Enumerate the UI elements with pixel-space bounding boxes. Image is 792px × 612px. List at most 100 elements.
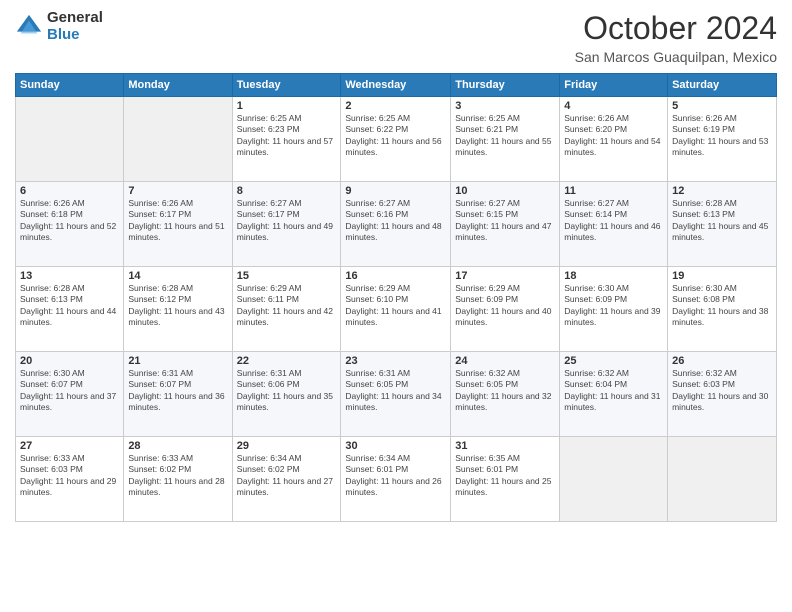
day-number: 21 (128, 355, 227, 367)
day-info: Sunrise: 6:32 AM Sunset: 6:04 PM Dayligh… (564, 368, 663, 414)
calendar-cell (668, 437, 777, 522)
calendar-cell: 20Sunrise: 6:30 AM Sunset: 6:07 PM Dayli… (16, 352, 124, 437)
calendar-cell: 28Sunrise: 6:33 AM Sunset: 6:02 PM Dayli… (124, 437, 232, 522)
calendar-cell: 21Sunrise: 6:31 AM Sunset: 6:07 PM Dayli… (124, 352, 232, 437)
calendar-cell: 17Sunrise: 6:29 AM Sunset: 6:09 PM Dayli… (451, 267, 560, 352)
day-info: Sunrise: 6:26 AM Sunset: 6:19 PM Dayligh… (672, 113, 772, 159)
day-info: Sunrise: 6:33 AM Sunset: 6:03 PM Dayligh… (20, 453, 119, 499)
calendar-cell: 31Sunrise: 6:35 AM Sunset: 6:01 PM Dayli… (451, 437, 560, 522)
day-info: Sunrise: 6:32 AM Sunset: 6:03 PM Dayligh… (672, 368, 772, 414)
day-number: 10 (455, 185, 555, 197)
calendar-cell: 10Sunrise: 6:27 AM Sunset: 6:15 PM Dayli… (451, 182, 560, 267)
calendar-cell: 9Sunrise: 6:27 AM Sunset: 6:16 PM Daylig… (341, 182, 451, 267)
day-info: Sunrise: 6:26 AM Sunset: 6:18 PM Dayligh… (20, 198, 119, 244)
day-number: 15 (237, 270, 337, 282)
day-number: 4 (564, 100, 663, 112)
day-number: 8 (237, 185, 337, 197)
calendar-cell: 12Sunrise: 6:28 AM Sunset: 6:13 PM Dayli… (668, 182, 777, 267)
day-info: Sunrise: 6:27 AM Sunset: 6:16 PM Dayligh… (345, 198, 446, 244)
calendar-week-row: 6Sunrise: 6:26 AM Sunset: 6:18 PM Daylig… (16, 182, 777, 267)
day-number: 9 (345, 185, 446, 197)
day-number: 26 (672, 355, 772, 367)
day-info: Sunrise: 6:25 AM Sunset: 6:23 PM Dayligh… (237, 113, 337, 159)
day-number: 17 (455, 270, 555, 282)
calendar-cell: 14Sunrise: 6:28 AM Sunset: 6:12 PM Dayli… (124, 267, 232, 352)
day-info: Sunrise: 6:31 AM Sunset: 6:05 PM Dayligh… (345, 368, 446, 414)
calendar-cell: 7Sunrise: 6:26 AM Sunset: 6:17 PM Daylig… (124, 182, 232, 267)
day-number: 24 (455, 355, 555, 367)
weekday-header-row: SundayMondayTuesdayWednesdayThursdayFrid… (16, 74, 777, 97)
logo-blue: Blue (47, 27, 103, 44)
day-info: Sunrise: 6:34 AM Sunset: 6:02 PM Dayligh… (237, 453, 337, 499)
calendar-cell: 18Sunrise: 6:30 AM Sunset: 6:09 PM Dayli… (560, 267, 668, 352)
calendar-week-row: 1Sunrise: 6:25 AM Sunset: 6:23 PM Daylig… (16, 97, 777, 182)
day-info: Sunrise: 6:30 AM Sunset: 6:08 PM Dayligh… (672, 283, 772, 329)
calendar-week-row: 20Sunrise: 6:30 AM Sunset: 6:07 PM Dayli… (16, 352, 777, 437)
day-info: Sunrise: 6:26 AM Sunset: 6:20 PM Dayligh… (564, 113, 663, 159)
weekday-header: Monday (124, 74, 232, 97)
day-info: Sunrise: 6:28 AM Sunset: 6:13 PM Dayligh… (672, 198, 772, 244)
weekday-header: Saturday (668, 74, 777, 97)
day-number: 5 (672, 100, 772, 112)
weekday-header: Sunday (16, 74, 124, 97)
day-info: Sunrise: 6:25 AM Sunset: 6:22 PM Dayligh… (345, 113, 446, 159)
day-info: Sunrise: 6:30 AM Sunset: 6:09 PM Dayligh… (564, 283, 663, 329)
day-info: Sunrise: 6:29 AM Sunset: 6:11 PM Dayligh… (237, 283, 337, 329)
calendar-cell (124, 97, 232, 182)
calendar-cell: 15Sunrise: 6:29 AM Sunset: 6:11 PM Dayli… (232, 267, 341, 352)
calendar-cell: 24Sunrise: 6:32 AM Sunset: 6:05 PM Dayli… (451, 352, 560, 437)
day-info: Sunrise: 6:33 AM Sunset: 6:02 PM Dayligh… (128, 453, 227, 499)
weekday-header: Thursday (451, 74, 560, 97)
weekday-header: Wednesday (341, 74, 451, 97)
day-number: 30 (345, 440, 446, 452)
day-info: Sunrise: 6:29 AM Sunset: 6:09 PM Dayligh… (455, 283, 555, 329)
day-number: 28 (128, 440, 227, 452)
day-info: Sunrise: 6:29 AM Sunset: 6:10 PM Dayligh… (345, 283, 446, 329)
day-info: Sunrise: 6:30 AM Sunset: 6:07 PM Dayligh… (20, 368, 119, 414)
header: General Blue October 2024 San Marcos Gua… (15, 10, 777, 65)
day-number: 3 (455, 100, 555, 112)
calendar-cell: 11Sunrise: 6:27 AM Sunset: 6:14 PM Dayli… (560, 182, 668, 267)
day-number: 7 (128, 185, 227, 197)
calendar-cell: 13Sunrise: 6:28 AM Sunset: 6:13 PM Dayli… (16, 267, 124, 352)
calendar-cell: 5Sunrise: 6:26 AM Sunset: 6:19 PM Daylig… (668, 97, 777, 182)
calendar-cell: 30Sunrise: 6:34 AM Sunset: 6:01 PM Dayli… (341, 437, 451, 522)
day-number: 27 (20, 440, 119, 452)
weekday-header: Tuesday (232, 74, 341, 97)
calendar-table: SundayMondayTuesdayWednesdayThursdayFrid… (15, 73, 777, 522)
day-info: Sunrise: 6:31 AM Sunset: 6:07 PM Dayligh… (128, 368, 227, 414)
day-number: 13 (20, 270, 119, 282)
calendar-week-row: 13Sunrise: 6:28 AM Sunset: 6:13 PM Dayli… (16, 267, 777, 352)
calendar-cell: 6Sunrise: 6:26 AM Sunset: 6:18 PM Daylig… (16, 182, 124, 267)
calendar-cell: 2Sunrise: 6:25 AM Sunset: 6:22 PM Daylig… (341, 97, 451, 182)
logo: General Blue (15, 10, 103, 43)
calendar-cell: 25Sunrise: 6:32 AM Sunset: 6:04 PM Dayli… (560, 352, 668, 437)
calendar-cell: 29Sunrise: 6:34 AM Sunset: 6:02 PM Dayli… (232, 437, 341, 522)
calendar-cell: 27Sunrise: 6:33 AM Sunset: 6:03 PM Dayli… (16, 437, 124, 522)
day-info: Sunrise: 6:28 AM Sunset: 6:12 PM Dayligh… (128, 283, 227, 329)
day-number: 29 (237, 440, 337, 452)
day-number: 1 (237, 100, 337, 112)
calendar-cell: 1Sunrise: 6:25 AM Sunset: 6:23 PM Daylig… (232, 97, 341, 182)
calendar-cell: 19Sunrise: 6:30 AM Sunset: 6:08 PM Dayli… (668, 267, 777, 352)
day-info: Sunrise: 6:27 AM Sunset: 6:14 PM Dayligh… (564, 198, 663, 244)
day-number: 12 (672, 185, 772, 197)
logo-icon (15, 13, 43, 41)
day-info: Sunrise: 6:31 AM Sunset: 6:06 PM Dayligh… (237, 368, 337, 414)
location-title: San Marcos Guaquilpan, Mexico (575, 49, 777, 65)
day-info: Sunrise: 6:28 AM Sunset: 6:13 PM Dayligh… (20, 283, 119, 329)
calendar-cell (560, 437, 668, 522)
logo-text: General Blue (47, 10, 103, 43)
day-info: Sunrise: 6:25 AM Sunset: 6:21 PM Dayligh… (455, 113, 555, 159)
calendar-cell: 4Sunrise: 6:26 AM Sunset: 6:20 PM Daylig… (560, 97, 668, 182)
logo-general: General (47, 10, 103, 27)
calendar-cell: 16Sunrise: 6:29 AM Sunset: 6:10 PM Dayli… (341, 267, 451, 352)
month-title: October 2024 (575, 10, 777, 47)
day-number: 22 (237, 355, 337, 367)
day-number: 11 (564, 185, 663, 197)
calendar-cell (16, 97, 124, 182)
day-number: 16 (345, 270, 446, 282)
calendar-cell: 23Sunrise: 6:31 AM Sunset: 6:05 PM Dayli… (341, 352, 451, 437)
day-info: Sunrise: 6:35 AM Sunset: 6:01 PM Dayligh… (455, 453, 555, 499)
day-info: Sunrise: 6:27 AM Sunset: 6:15 PM Dayligh… (455, 198, 555, 244)
